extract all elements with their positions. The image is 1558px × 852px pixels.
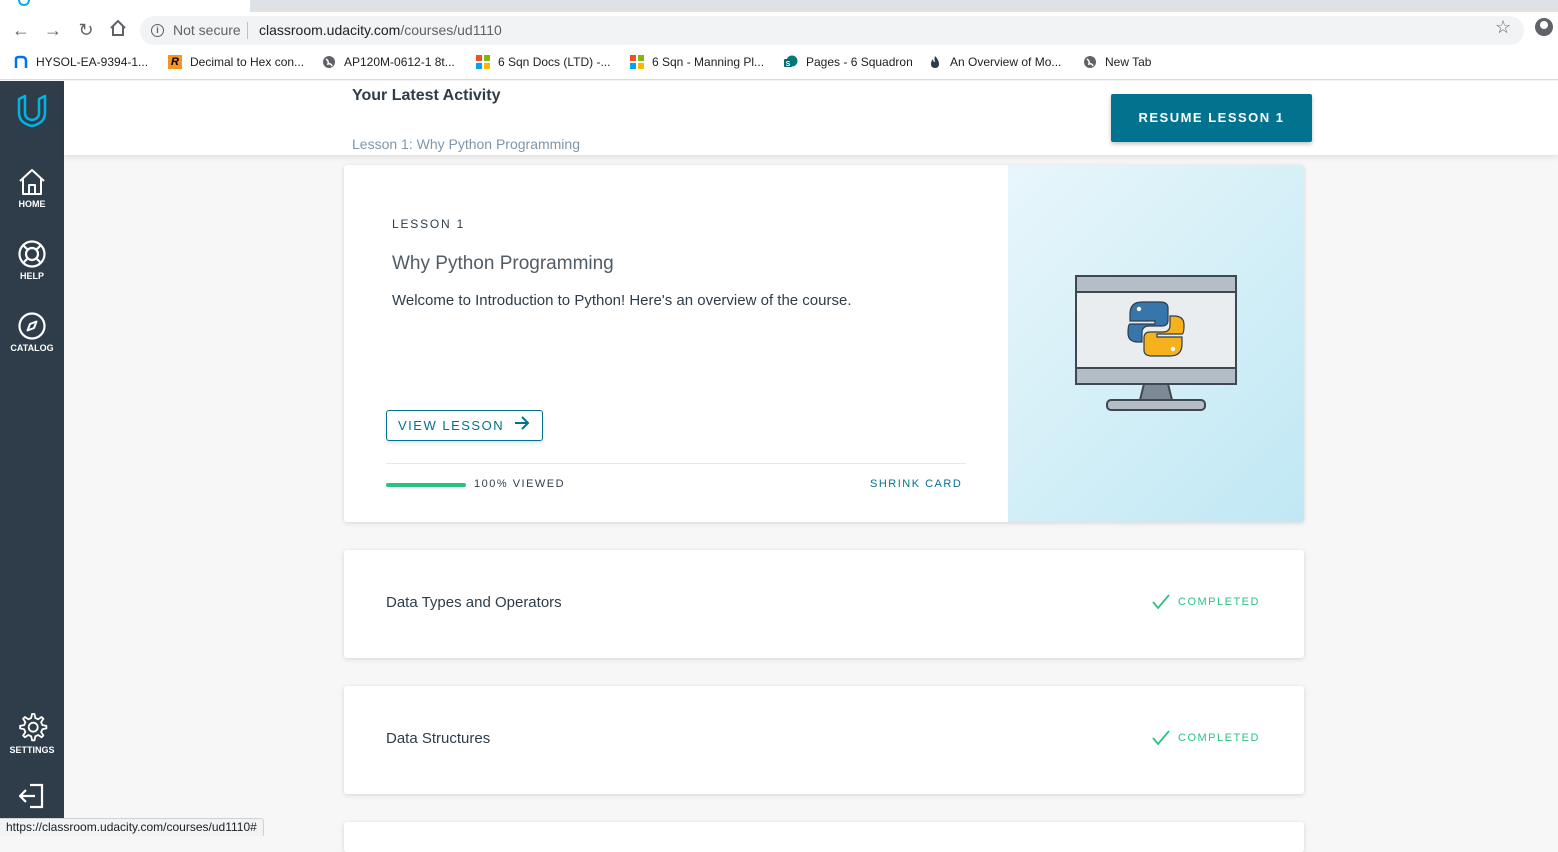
arrow-right-icon: [514, 416, 530, 435]
bookmarks-bar: HYSOL-EA-9394-1... R Decimal to Hex con.…: [0, 50, 1558, 74]
bookmark-item[interactable]: An Overview of Mo...: [928, 52, 1061, 72]
checkmark-icon: [1152, 594, 1170, 610]
navigation-bar: ← → ↻ i Not secure classroom.udacity.com…: [0, 13, 1558, 47]
bookmark-label: 6 Sqn - Manning Pl...: [652, 55, 765, 69]
bookmark-label: New Tab: [1105, 55, 1152, 69]
lesson-row-title: Data Structures: [386, 730, 491, 747]
r-logo-icon: R: [168, 55, 182, 69]
checkmark-icon: [1152, 730, 1170, 746]
lesson-number-label: LESSON 1: [392, 217, 466, 231]
sidebar-label-settings: SETTINGS: [9, 745, 55, 755]
udacity-logo[interactable]: [0, 93, 64, 129]
bookmark-label: HYSOL-EA-9394-1...: [36, 55, 149, 69]
lesson-illustration: [1008, 165, 1304, 522]
status-bar-url: https://classroom.udacity.com/courses/ud…: [0, 818, 264, 836]
bookmark-label: AP120M-0612-1 8t...: [344, 55, 455, 69]
home-icon: [19, 169, 45, 195]
udacity-tab-icon: [18, 0, 30, 6]
shrink-card-button[interactable]: SHRINK CARD: [870, 478, 962, 490]
bookmark-item[interactable]: 6 Sqn - Manning Pl...: [630, 52, 764, 72]
sidebar-label-home: HOME: [18, 199, 46, 209]
completed-label: COMPLETED: [1178, 732, 1260, 744]
n-logo-icon: [14, 55, 28, 69]
progress-bar-fill: [386, 483, 466, 487]
bookmark-item[interactable]: 6 Sqn Docs (LTD) -...: [476, 52, 610, 72]
windows-grid-icon: [630, 55, 644, 69]
progress-text: 100% VIEWED: [474, 478, 566, 490]
sidebar-item-settings[interactable]: SETTINGS: [0, 711, 64, 755]
left-sidebar: HOME HELP CATALOG SETTINGS: [0, 81, 64, 836]
back-icon[interactable]: ←: [10, 19, 32, 41]
resume-lesson-button[interactable]: RESUME LESSON 1: [1111, 94, 1312, 142]
udacity-logo-icon: [17, 94, 47, 128]
bookmark-label: An Overview of Mo...: [950, 55, 1062, 69]
svg-text:S: S: [786, 61, 791, 68]
bookmark-item[interactable]: New Tab: [1083, 52, 1151, 72]
not-secure-label[interactable]: Not secure: [173, 22, 241, 38]
lifebuoy-icon: [18, 240, 46, 268]
logout-icon: [18, 783, 44, 809]
info-icon[interactable]: i: [151, 24, 164, 37]
latest-activity-bar: Your Latest Activity Lesson 1: Why Pytho…: [64, 81, 1558, 155]
lesson-card: LESSON 1 Why Python Programming Welcome …: [344, 165, 1304, 522]
view-lesson-label: VIEW LESSON: [398, 418, 505, 433]
progress-bar: [386, 483, 466, 487]
bookmark-label: Pages - 6 Squadron: [806, 55, 913, 69]
bookmark-label: 6 Sqn Docs (LTD) -...: [498, 55, 611, 69]
latest-activity-title: Your Latest Activity: [352, 87, 501, 104]
latest-activity-subtitle[interactable]: Lesson 1: Why Python Programming: [352, 136, 580, 152]
bookmark-item[interactable]: AP120M-0612-1 8t...: [322, 52, 455, 72]
lesson-row[interactable]: Data Structures COMPLETED: [344, 686, 1304, 794]
omnibox-divider: [247, 22, 248, 39]
tab-strip: [0, 0, 1558, 12]
compass-icon: [18, 312, 46, 340]
sidebar-label-help: HELP: [19, 271, 44, 281]
bookmark-item[interactable]: R Decimal to Hex con...: [168, 52, 304, 72]
view-lesson-button[interactable]: VIEW LESSON: [386, 410, 543, 441]
bookmark-item[interactable]: S Pages - 6 Squadron: [784, 52, 913, 72]
lesson-row-partial[interactable]: [344, 822, 1304, 852]
address-bar[interactable]: i Not secure classroom.udacity.com/cours…: [140, 16, 1524, 45]
browser-chrome: ← → ↻ i Not secure classroom.udacity.com…: [0, 0, 1558, 80]
home-browser-icon[interactable]: [107, 19, 129, 41]
completed-label: COMPLETED: [1178, 596, 1260, 608]
sidebar-label-catalog: CATALOG: [10, 343, 54, 353]
url-host: classroom.udacity.com: [259, 22, 401, 38]
windows-grid-icon: [476, 55, 490, 69]
sidebar-item-home[interactable]: HOME: [0, 167, 64, 209]
completed-status: COMPLETED: [1152, 730, 1260, 746]
gear-icon: [19, 713, 48, 742]
bookmark-item[interactable]: HYSOL-EA-9394-1...: [14, 52, 148, 72]
bookmark-star-icon[interactable]: ☆: [1495, 17, 1511, 38]
globe-icon: [322, 55, 336, 69]
lesson-row[interactable]: Data Types and Operators COMPLETED: [344, 550, 1304, 658]
url-text[interactable]: classroom.udacity.com/courses/ud1110: [259, 22, 502, 38]
lesson-row-title: Data Types and Operators: [386, 594, 562, 611]
forward-icon[interactable]: →: [42, 19, 64, 41]
url-path: /courses/ud1110: [400, 22, 502, 38]
lesson-description: Welcome to Introduction to Python! Here'…: [392, 292, 852, 309]
globe-icon: [1083, 55, 1097, 69]
sidebar-item-catalog[interactable]: CATALOG: [0, 311, 64, 353]
python-monitor-icon: [1075, 275, 1237, 411]
sidebar-item-logout[interactable]: [0, 781, 64, 811]
sharepoint-icon: S: [784, 55, 798, 69]
browser-tab[interactable]: [0, 0, 250, 12]
completed-status: COMPLETED: [1152, 594, 1260, 610]
sidebar-item-help[interactable]: HELP: [0, 239, 64, 281]
profile-avatar-icon[interactable]: [1535, 18, 1553, 36]
reload-icon[interactable]: ↻: [75, 19, 97, 41]
bookmark-label: Decimal to Hex con...: [190, 55, 305, 69]
flame-icon: [928, 55, 942, 69]
card-divider: [386, 463, 966, 464]
lesson-title: Why Python Programming: [392, 253, 614, 274]
